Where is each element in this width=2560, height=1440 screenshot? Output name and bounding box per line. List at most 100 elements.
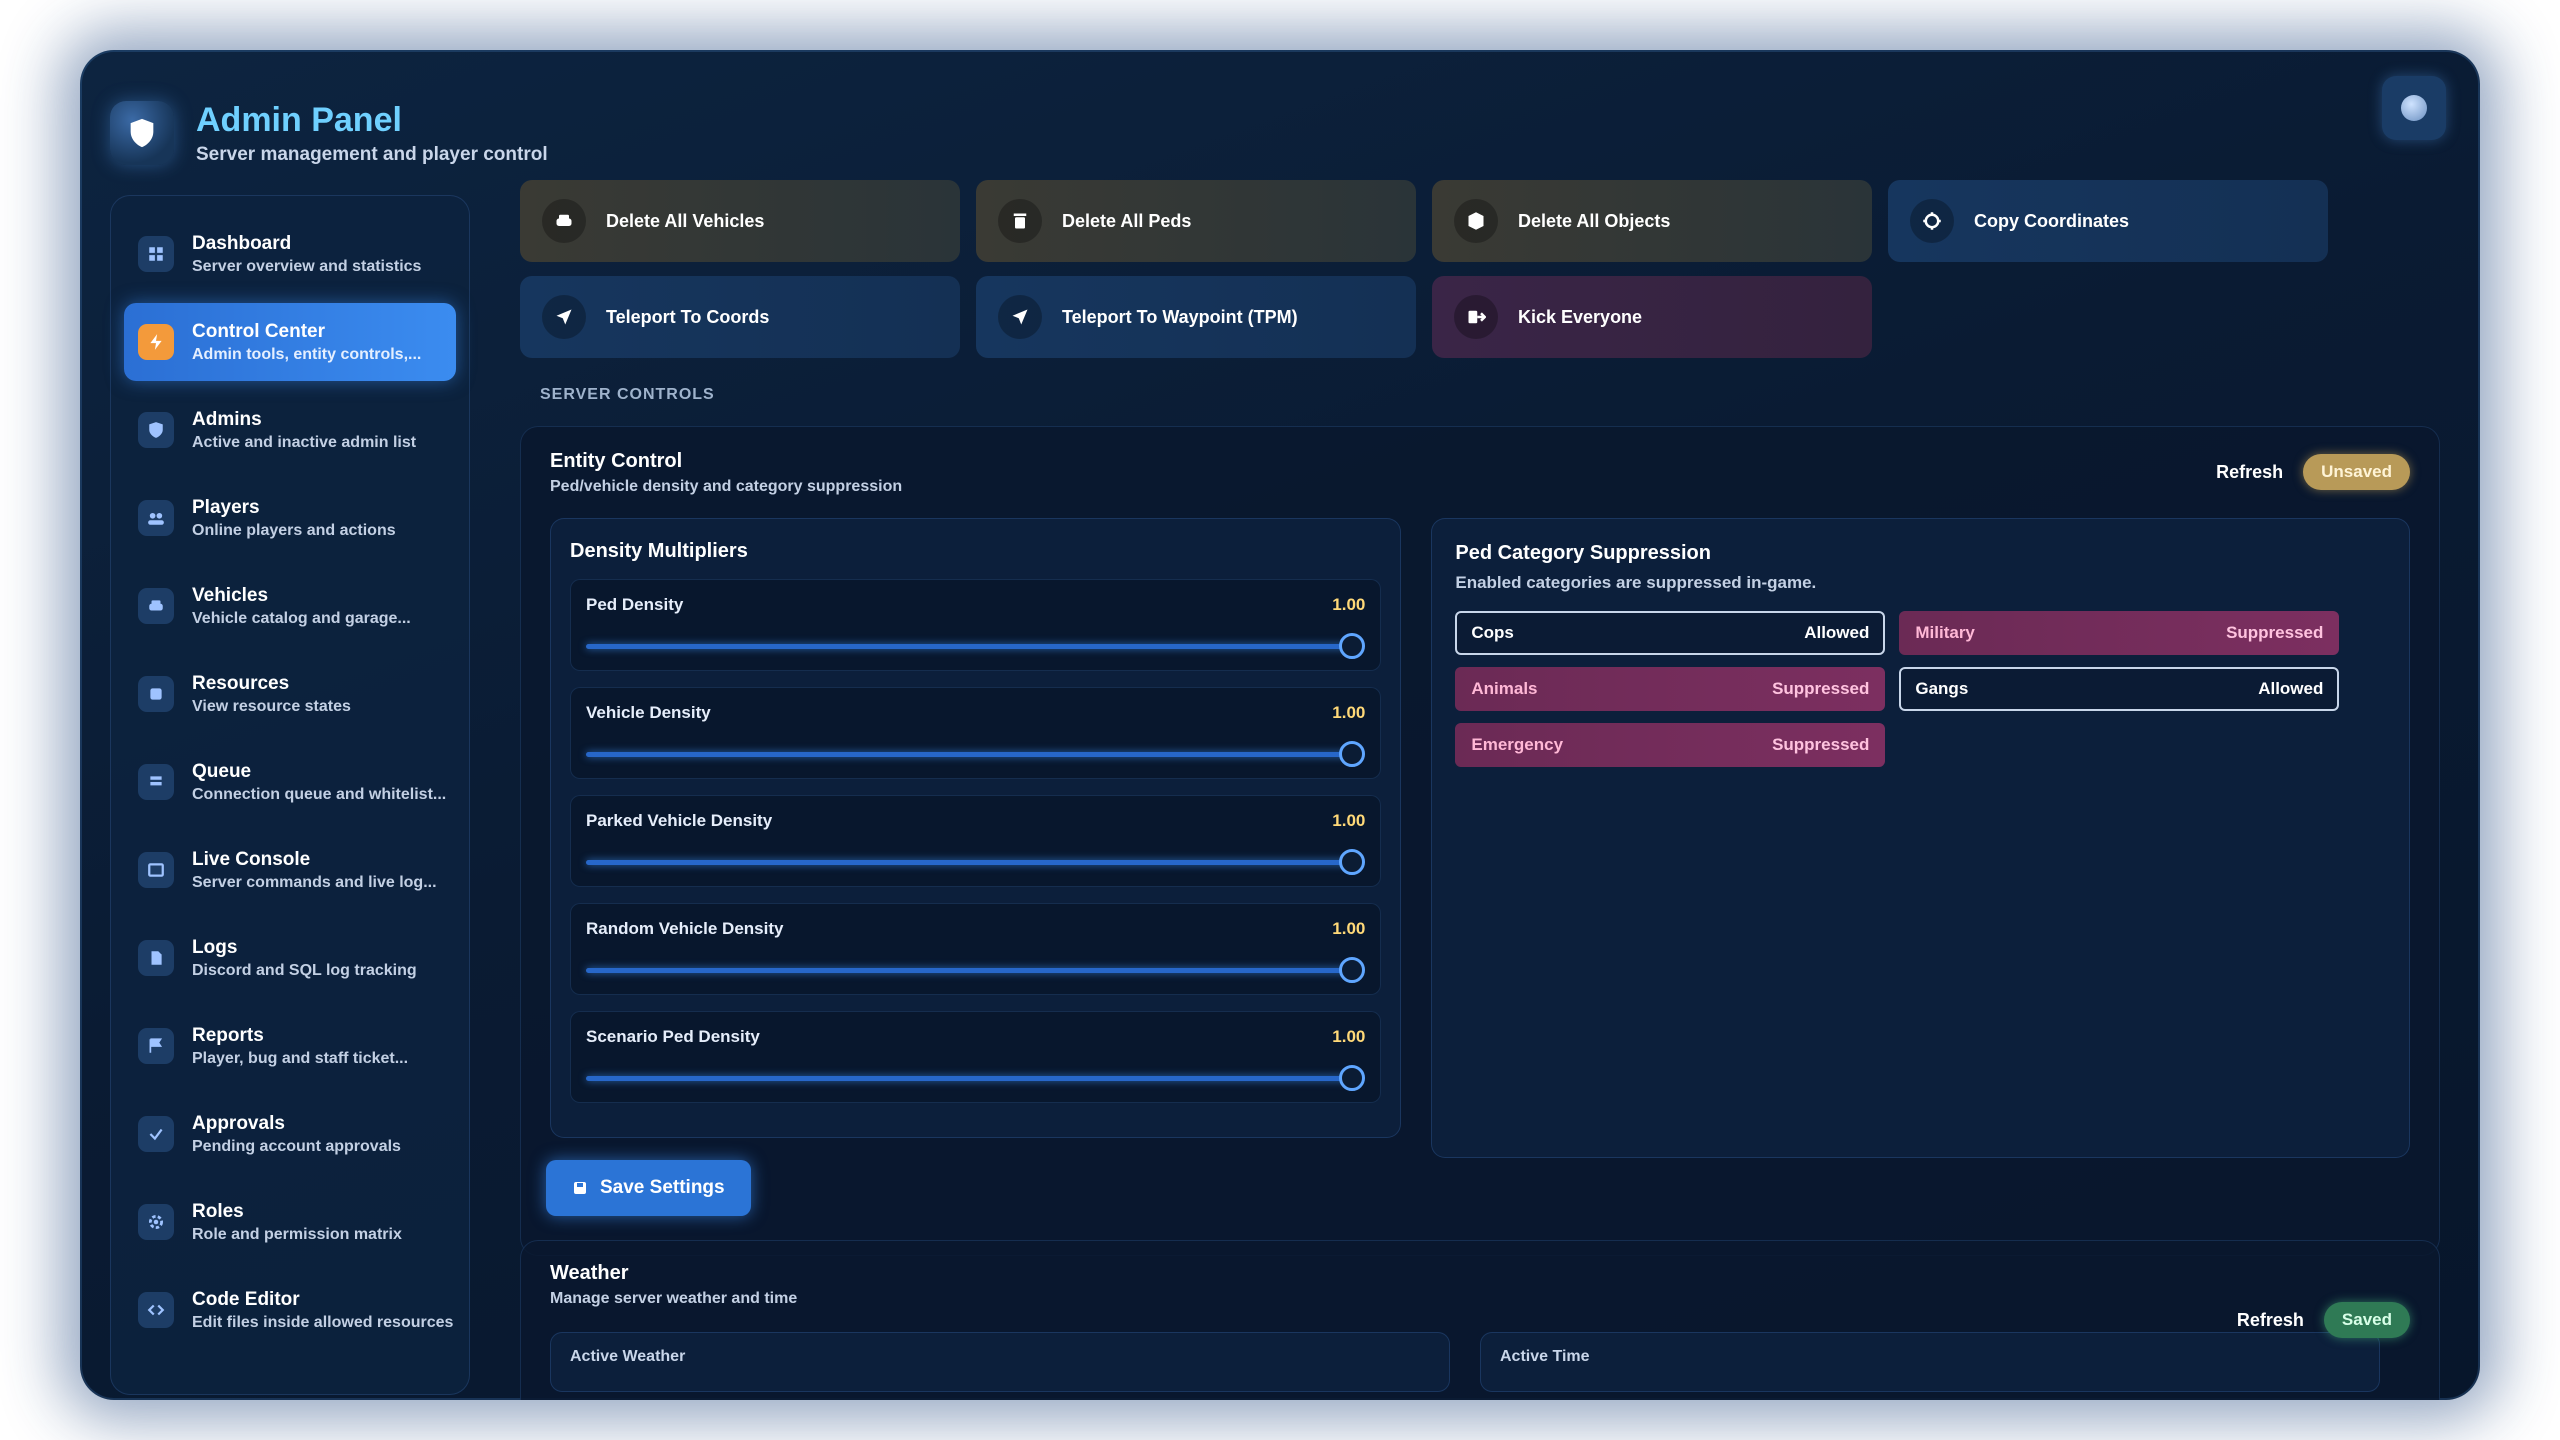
header: Admin Panel Server management and player…	[110, 88, 548, 178]
panel-actions: Refresh Unsaved	[2216, 454, 2410, 490]
grid-icon	[138, 236, 174, 272]
slider-thumb[interactable]	[1339, 741, 1366, 767]
category-toggle-military[interactable]: Military Suppressed	[1899, 611, 2340, 655]
sidebar-item-queue[interactable]: Queue Connection queue and whitelist...	[124, 743, 456, 821]
category-name: Emergency	[1471, 735, 1564, 754]
sidebar-item-label: Resources	[192, 672, 290, 694]
panel-actions: Refresh Saved	[2237, 1302, 2410, 1338]
sidebar-item-desc: Online players and actions	[192, 521, 396, 539]
sidebar-item-players[interactable]: Players Online players and actions	[124, 479, 456, 557]
car-icon	[138, 588, 174, 624]
sidebar-item-label: Control Center	[192, 320, 325, 342]
action-label: Delete All Peds	[1062, 210, 1192, 231]
teleport-to-waypoint-button[interactable]: Teleport To Waypoint (TPM)	[976, 276, 1416, 358]
sidebar-item-code-editor[interactable]: Code Editor Edit files inside allowed res…	[124, 1271, 456, 1349]
entity-control-panel: Entity Control Ped/vehicle density and c…	[520, 426, 2440, 1256]
slider-thumb[interactable]	[1339, 1065, 1366, 1091]
teleport-to-coords-button[interactable]: Teleport To Coords	[520, 276, 960, 358]
slider-value: 1.00	[1332, 595, 1366, 614]
ped-category-suppression: Ped Category Suppression Enabled categor…	[1431, 518, 2410, 1158]
slider-track[interactable]	[586, 633, 1366, 659]
sidebar-item-vehicles[interactable]: Vehicles Vehicle catalog and garage...	[124, 567, 456, 645]
sidebar-item-label: Players	[192, 496, 260, 518]
slider-thumb[interactable]	[1339, 957, 1366, 983]
sidebar-item-desc: Player, bug and staff ticket...	[192, 1049, 409, 1067]
action-label: Teleport To Waypoint (TPM)	[1062, 306, 1298, 327]
category-grid: Cops Allowed Military Suppressed Animals…	[1455, 611, 2386, 767]
slider-parked-vehicle-density: Parked Vehicle Density 1.00	[570, 795, 1382, 887]
bolt-icon	[138, 324, 174, 360]
slider-label: Parked Vehicle Density	[586, 811, 773, 830]
sidebar-item-desc: Role and permission matrix	[192, 1225, 402, 1243]
category-name: Cops	[1471, 623, 1514, 642]
copy-coordinates-button[interactable]: Copy Coordinates	[1888, 180, 2328, 262]
sidebar-item-label: Code Editor	[192, 1288, 300, 1310]
page-title: Admin Panel	[196, 100, 402, 139]
category-state: Suppressed	[1772, 735, 1870, 754]
sidebar-item-desc: Vehicle catalog and garage...	[192, 609, 411, 627]
sidebar-item-approvals[interactable]: Approvals Pending account approvals	[124, 1095, 456, 1173]
crosshair-icon	[1910, 199, 1954, 243]
sidebar-item-label: Logs	[192, 936, 238, 958]
slider-track[interactable]	[586, 1065, 1366, 1091]
action-label: Teleport To Coords	[606, 306, 770, 327]
sidebar-item-label: Admins	[192, 408, 262, 430]
box-title: Ped Category Suppression	[1455, 542, 1711, 564]
category-toggle-gangs[interactable]: Gangs Allowed	[1899, 667, 2340, 711]
slider-label: Random Vehicle Density	[586, 919, 784, 938]
quick-actions: Delete All Vehicles Delete All Peds Dele…	[500, 170, 2460, 368]
category-toggle-cops[interactable]: Cops Allowed	[1455, 611, 1886, 655]
sidebar-item-admins[interactable]: Admins Active and inactive admin list	[124, 391, 456, 469]
slider-track[interactable]	[586, 741, 1366, 767]
slider-value: 1.00	[1332, 811, 1366, 830]
sidebar-item-roles[interactable]: Roles Role and permission matrix	[124, 1183, 456, 1261]
sidebar-item-desc: Active and inactive admin list	[192, 433, 417, 451]
delete-all-objects-button[interactable]: Delete All Objects	[1432, 180, 1872, 262]
slider-track[interactable]	[586, 957, 1366, 983]
slider-thumb[interactable]	[1339, 633, 1366, 659]
sidebar-item-dashboard[interactable]: Dashboard Server overview and statistics	[124, 215, 456, 293]
profile-button[interactable]	[2382, 76, 2446, 140]
queue-icon	[138, 764, 174, 800]
sidebar-item-control-center[interactable]: Control Center Admin tools, entity contro…	[124, 303, 456, 381]
slider-label: Ped Density	[586, 595, 684, 614]
save-settings-button[interactable]: Save Settings	[546, 1160, 751, 1216]
category-toggle-animals[interactable]: Animals Suppressed	[1455, 667, 1886, 711]
check-icon	[138, 1116, 174, 1152]
flag-icon	[138, 1028, 174, 1064]
panel-title: Entity Control	[550, 450, 683, 472]
refresh-button[interactable]: Refresh	[2237, 1310, 2304, 1331]
sidebar-item-logs[interactable]: Logs Discord and SQL log tracking	[124, 919, 456, 997]
sidebar-item-desc: Discord and SQL log tracking	[192, 961, 417, 979]
slider-ped-density: Ped Density 1.00	[570, 579, 1382, 671]
slider-label: Vehicle Density	[586, 703, 711, 722]
refresh-button[interactable]: Refresh	[2216, 462, 2283, 483]
sidebar-item-desc: Admin tools, entity controls,...	[192, 345, 422, 363]
slider-value: 1.00	[1332, 1027, 1366, 1046]
delete-all-vehicles-button[interactable]: Delete All Vehicles	[520, 180, 960, 262]
shield-icon	[138, 412, 174, 448]
slider-thumb[interactable]	[1339, 849, 1366, 875]
action-label: Delete All Objects	[1518, 210, 1671, 231]
sidebar-item-desc: Edit files inside allowed resources	[192, 1313, 454, 1331]
main-content: Delete All Vehicles Delete All Peds Dele…	[500, 170, 2460, 1400]
sidebar-item-reports[interactable]: Reports Player, bug and staff ticket...	[124, 1007, 456, 1085]
slider-track[interactable]	[586, 849, 1366, 875]
panel-subtitle: Ped/vehicle density and category suppres…	[550, 478, 903, 495]
sidebar-item-desc: View resource states	[192, 697, 351, 715]
sidebar-item-resources[interactable]: Resources View resource states	[124, 655, 456, 733]
sidebar-item-desc: Server overview and statistics	[192, 257, 422, 275]
action-label: Copy Coordinates	[1974, 210, 2130, 231]
save-icon	[574, 1182, 586, 1194]
category-state: Allowed	[2258, 679, 2324, 698]
trash-icon	[998, 199, 1042, 243]
delete-all-peds-button[interactable]: Delete All Peds	[976, 180, 1416, 262]
navigate-icon	[542, 295, 586, 339]
slider-random-vehicle-density: Random Vehicle Density 1.00	[570, 903, 1382, 995]
slider-label: Scenario Ped Density	[586, 1027, 760, 1046]
sidebar-item-live-console[interactable]: Live Console Server commands and live log…	[124, 831, 456, 909]
sidebar-item-label: Dashboard	[192, 232, 292, 254]
kick-everyone-button[interactable]: Kick Everyone	[1432, 276, 1872, 358]
category-toggle-emergency[interactable]: Emergency Suppressed	[1455, 723, 1886, 767]
category-name: Gangs	[1915, 679, 1969, 698]
